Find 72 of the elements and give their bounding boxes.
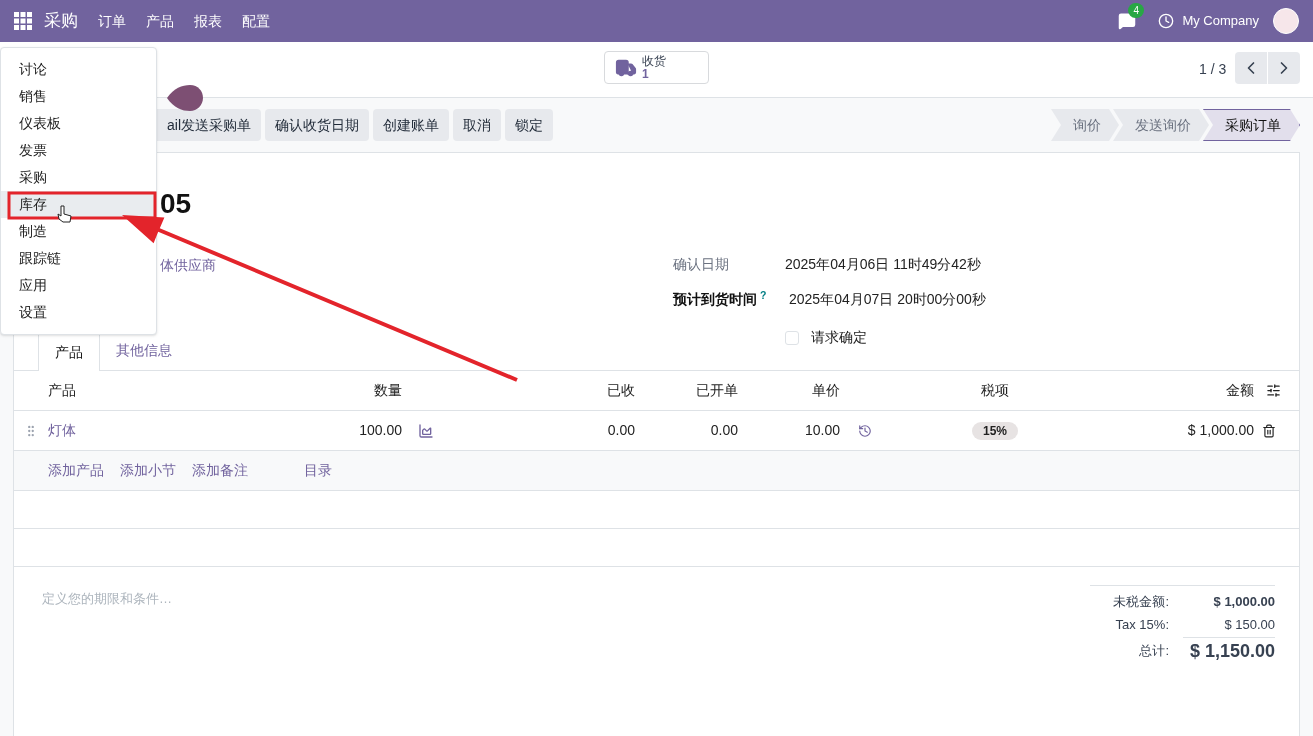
received-cell-text: 0.00 xyxy=(606,421,635,440)
add-line-link[interactable]: 添加小节 xyxy=(120,460,176,481)
action-button[interactable]: ail发送采购单 xyxy=(157,109,261,141)
teardrop-mark xyxy=(166,84,204,112)
menu-item[interactable]: 发票 xyxy=(1,137,156,164)
delete-icon[interactable] xyxy=(1262,423,1276,438)
action-button[interactable]: 锁定 xyxy=(505,109,553,141)
pointer-cursor-icon xyxy=(57,205,72,223)
form-tab[interactable]: 产品 xyxy=(38,332,100,371)
activity-clock-icon[interactable] xyxy=(1158,13,1175,29)
previous-button[interactable] xyxy=(1235,52,1267,84)
billed-cell-text: 0.00 xyxy=(709,421,738,440)
field-label: 预计到货时间 $^{?}$ xyxy=(673,289,768,309)
column-header: 已开单 xyxy=(695,381,738,400)
column-settings-icon[interactable] xyxy=(1266,383,1281,398)
menu-item[interactable]: 跟踪链 xyxy=(1,245,156,272)
total-label: 总计: xyxy=(1139,642,1169,661)
receipts-smart-button[interactable]: 收货 1 xyxy=(604,51,709,84)
tax-tag: 15% xyxy=(972,421,1018,440)
message-count-badge: 4 xyxy=(1128,3,1144,18)
action-button[interactable]: 创建账单 xyxy=(373,109,449,141)
apps-grid-icon[interactable] xyxy=(14,12,32,30)
menu-item[interactable]: 讨论 xyxy=(1,56,156,83)
column-header: 税项 xyxy=(980,381,1010,400)
forecast-chart-icon[interactable] xyxy=(418,422,434,439)
menu-item[interactable]: 仪表板 xyxy=(1,110,156,137)
pager-value: 1 / 3 xyxy=(1199,60,1227,79)
nav-menu[interactable]: 订单 xyxy=(98,10,126,32)
unit-price-cell-text: 10.00 xyxy=(803,421,840,440)
total-value: $ 1,000.00 xyxy=(1212,592,1275,611)
field-value: 2025年04月06日 11时49分42秒 xyxy=(785,255,981,274)
column-header: 单价 xyxy=(811,381,840,400)
form-tab[interactable]: 其他信息 xyxy=(100,331,188,370)
product-cell[interactable]: 灯体 xyxy=(48,420,318,441)
column-header: 产品 xyxy=(48,381,77,400)
quantity-cell-text: 100.00 xyxy=(358,421,402,440)
status-step[interactable]: 发送询价 xyxy=(1113,109,1209,141)
nav-menu[interactable]: 配置 xyxy=(242,10,270,32)
smart-button-label: 收货 xyxy=(642,54,666,68)
action-button[interactable]: 确认收货日期 xyxy=(265,109,369,141)
field-label: 确认日期 xyxy=(673,255,730,274)
nav-menu[interactable]: 产品 xyxy=(146,10,174,32)
action-button[interactable]: 取消 xyxy=(453,109,501,141)
field-value: 2025年04月07日 20时00分00秒 xyxy=(789,290,986,309)
smart-button-count: 1 xyxy=(642,67,649,81)
column-header: 已收 xyxy=(606,381,635,400)
next-button[interactable] xyxy=(1268,52,1300,84)
nav-menu[interactable]: 报表 xyxy=(194,10,222,32)
user-avatar[interactable] xyxy=(1273,8,1299,34)
request-checkbox[interactable] xyxy=(785,330,799,345)
menu-item[interactable]: 采购 xyxy=(1,164,156,191)
add-line-link[interactable]: 添加产品 xyxy=(48,460,104,481)
total-value: $ 150.00 xyxy=(1223,615,1275,634)
history-icon[interactable] xyxy=(858,423,872,438)
column-header: 数量 xyxy=(373,381,402,400)
menu-item[interactable]: 销售 xyxy=(1,83,156,110)
total-value: $ 1,150.00 xyxy=(1183,637,1275,665)
company-name[interactable]: My Company xyxy=(1182,11,1259,31)
vendor-link[interactable]: 体供应商 xyxy=(160,255,216,276)
status-step[interactable]: 询价 xyxy=(1051,109,1119,141)
add-line-link[interactable]: 添加备注 xyxy=(192,460,248,481)
menu-item[interactable]: 应用 xyxy=(1,272,156,299)
column-header: 金额 xyxy=(1225,381,1254,400)
order-number: 05 xyxy=(160,187,192,221)
add-line-link[interactable]: 目录 xyxy=(304,460,332,481)
amount-cell-text: $ 1,000.00 xyxy=(1186,421,1254,440)
menu-item[interactable]: 设置 xyxy=(1,299,156,326)
checkbox-label: 请求确定 xyxy=(811,328,867,347)
total-label: 未税金额: xyxy=(1113,592,1169,611)
total-label: Tax 15%: xyxy=(1115,615,1169,634)
status-step[interactable]: 采购订单 xyxy=(1203,109,1300,141)
app-title[interactable]: 采购 xyxy=(44,8,78,34)
